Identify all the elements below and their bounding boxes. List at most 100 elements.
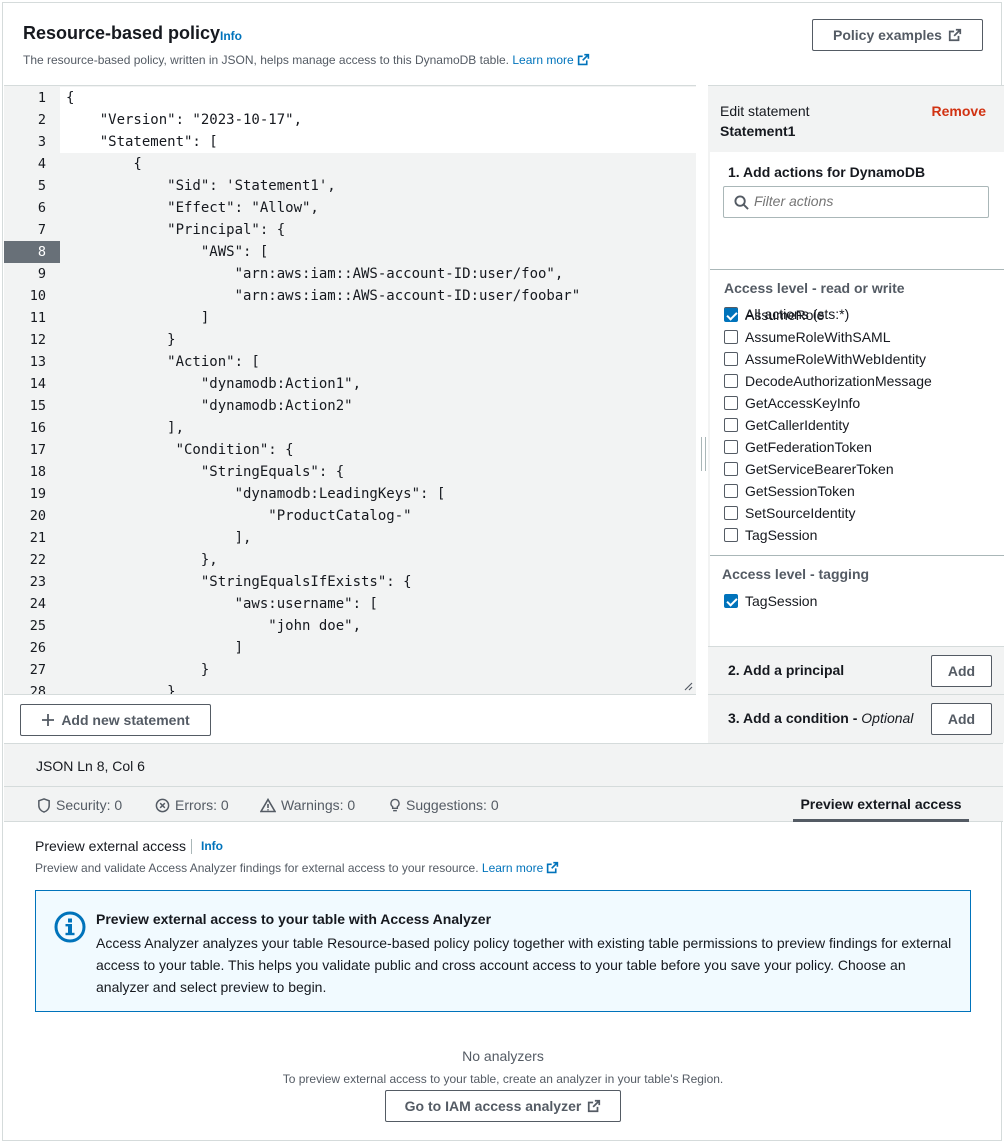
go-to-iam-analyzer-button[interactable]: Go to IAM access analyzer (385, 1090, 621, 1122)
line-number: 11 (29, 310, 46, 326)
tab-warnings[interactable]: Warnings: 0 (260, 797, 355, 813)
security-count: Security: 0 (56, 797, 123, 813)
action-checkbox-row[interactable]: DecodeAuthorizationMessage (724, 371, 932, 391)
tab-security[interactable]: Security: 0 (37, 797, 122, 813)
line-number: 20 (29, 508, 46, 524)
line-number: 26 (29, 640, 46, 656)
line-number: 25 (29, 618, 46, 634)
action-checkbox-row[interactable]: TagSession (724, 591, 817, 611)
code-line-text: ], (66, 530, 252, 546)
code-line-text: "Sid": 'Statement1', (66, 178, 336, 194)
action-checkbox[interactable] (724, 484, 738, 498)
action-checkbox[interactable] (724, 440, 738, 454)
action-checkbox-row[interactable]: AssumeRole (724, 305, 824, 325)
action-checkbox-row[interactable]: AssumeRoleWithSAML (724, 327, 891, 347)
code-line-text: "dynamodb:Action1", (66, 376, 362, 392)
action-label: AssumeRoleWithSAML (745, 329, 891, 345)
action-checkbox[interactable] (724, 330, 738, 344)
code-line-text: "Condition": { (66, 442, 294, 458)
add-new-statement-button[interactable]: Add new statement (20, 704, 211, 736)
line-number: 7 (37, 222, 46, 238)
preview-title: Preview external access (35, 838, 186, 854)
action-label: GetAccessKeyInfo (745, 395, 861, 411)
code-line-text: "StringEquals": { (66, 464, 345, 480)
code-area[interactable]: { "Version": "2023-10-17", "Statement": … (60, 86, 696, 694)
code-line: "Version": "2023-10-17", (60, 109, 696, 131)
action-checkbox[interactable] (724, 462, 738, 476)
line-number: 16 (29, 420, 46, 436)
action-checkbox[interactable] (724, 594, 738, 608)
filter-actions-field[interactable] (754, 193, 974, 209)
action-checkbox-row[interactable]: GetFederationToken (724, 437, 872, 457)
line-number: 23 (29, 574, 46, 590)
code-line-text: "StringEqualsIfExists": { (66, 574, 412, 590)
info-icon (54, 911, 86, 943)
action-label: SetSourceIdentity (745, 505, 856, 521)
action-label: GetFederationToken (745, 439, 872, 455)
action-label: GetServiceBearerToken (745, 461, 894, 477)
code-line: } (60, 329, 696, 351)
action-checkbox[interactable] (724, 374, 738, 388)
tagging-heading: Access level - tagging (722, 566, 870, 582)
line-number: 5 (37, 178, 46, 194)
action-checkbox[interactable] (724, 396, 738, 410)
step3-heading: 3. Add a condition - Optional (728, 710, 913, 726)
action-checkbox-row[interactable]: GetCallerIdentity (724, 415, 849, 435)
tab-errors[interactable]: Errors: 0 (155, 797, 229, 813)
action-checkbox-row[interactable]: GetServiceBearerToken (724, 459, 894, 479)
code-line-text: "AWS": [ (66, 244, 269, 260)
plus-icon (42, 714, 55, 726)
code-line: ], (60, 527, 696, 549)
json-editor[interactable]: 1 2 3 4 5 6 7 8 9 10 11 12 13 14 15 16 17 18 19 20 21 22 23 24 2… (4, 85, 696, 694)
code-line: "Principal": { (60, 219, 696, 241)
code-line: "dynamodb:Action1", (60, 373, 696, 395)
line-number: 17 (29, 442, 46, 458)
action-checkbox[interactable] (724, 528, 738, 542)
code-line: "Effect": "Allow", (60, 197, 696, 219)
add-principal-button[interactable]: Add (931, 655, 992, 687)
external-link-icon (588, 1099, 601, 1113)
info-link[interactable]: Info (220, 29, 242, 43)
line-number: 27 (29, 662, 46, 678)
preview-learn-more-label: Learn more (481, 861, 544, 875)
preview-learn-more-link[interactable]: Learn more (482, 861, 559, 875)
tab-suggestions[interactable]: Suggestions: 0 (389, 797, 499, 813)
panel-splitter[interactable] (701, 437, 706, 471)
line-number: 10 (29, 288, 46, 304)
action-checkbox[interactable] (724, 506, 738, 520)
line-number-gutter: 1 2 3 4 5 6 7 8 9 10 11 12 13 14 15 16 17 18 19 20 21 22 23 24 2… (4, 86, 60, 694)
code-line: "john doe", (60, 615, 696, 637)
resize-handle-icon[interactable] (683, 681, 693, 691)
code-line: { (60, 153, 696, 175)
step2-heading: 2. Add a principal (728, 662, 845, 678)
code-line-text: { (66, 156, 142, 172)
action-checkbox[interactable] (724, 352, 738, 366)
code-line: "arn:aws:iam::AWS-account-ID:user/foobar… (60, 285, 696, 307)
action-checkbox-row[interactable]: AssumeRoleWithWebIdentity (724, 349, 926, 369)
line-number: 3 (37, 134, 46, 150)
go-to-iam-label: Go to IAM access analyzer (404, 1098, 582, 1114)
learn-more-link[interactable]: Learn more (512, 53, 589, 67)
line-number: 12 (29, 332, 46, 348)
add-new-statement-label: Add new statement (61, 712, 190, 728)
preview-info-link[interactable]: Info (201, 839, 223, 853)
action-label: AssumeRole (745, 307, 825, 323)
action-checkbox-row[interactable]: TagSession (724, 525, 817, 545)
action-checkbox-row[interactable]: SetSourceIdentity (724, 503, 856, 523)
tab-preview-external-access[interactable]: Preview external access (793, 787, 969, 822)
action-checkbox-row[interactable]: GetAccessKeyInfo (724, 393, 860, 413)
statement-name: Statement1 (720, 123, 796, 139)
policy-examples-button[interactable]: Policy examples (812, 19, 983, 51)
action-checkbox-row[interactable]: GetSessionToken (724, 481, 855, 501)
line-number: 9 (37, 266, 46, 282)
filter-actions-input[interactable] (723, 186, 989, 218)
add-condition-button[interactable]: Add (931, 703, 992, 735)
search-icon (734, 195, 749, 210)
action-checkbox[interactable] (724, 418, 738, 432)
line-number: 14 (29, 376, 46, 392)
code-line: } (60, 659, 696, 681)
remove-button[interactable]: Remove (932, 103, 986, 119)
line-number: 21 (29, 530, 46, 546)
step1-heading: 1. Add actions for DynamoDB (728, 164, 926, 180)
action-checkbox[interactable] (724, 308, 738, 322)
